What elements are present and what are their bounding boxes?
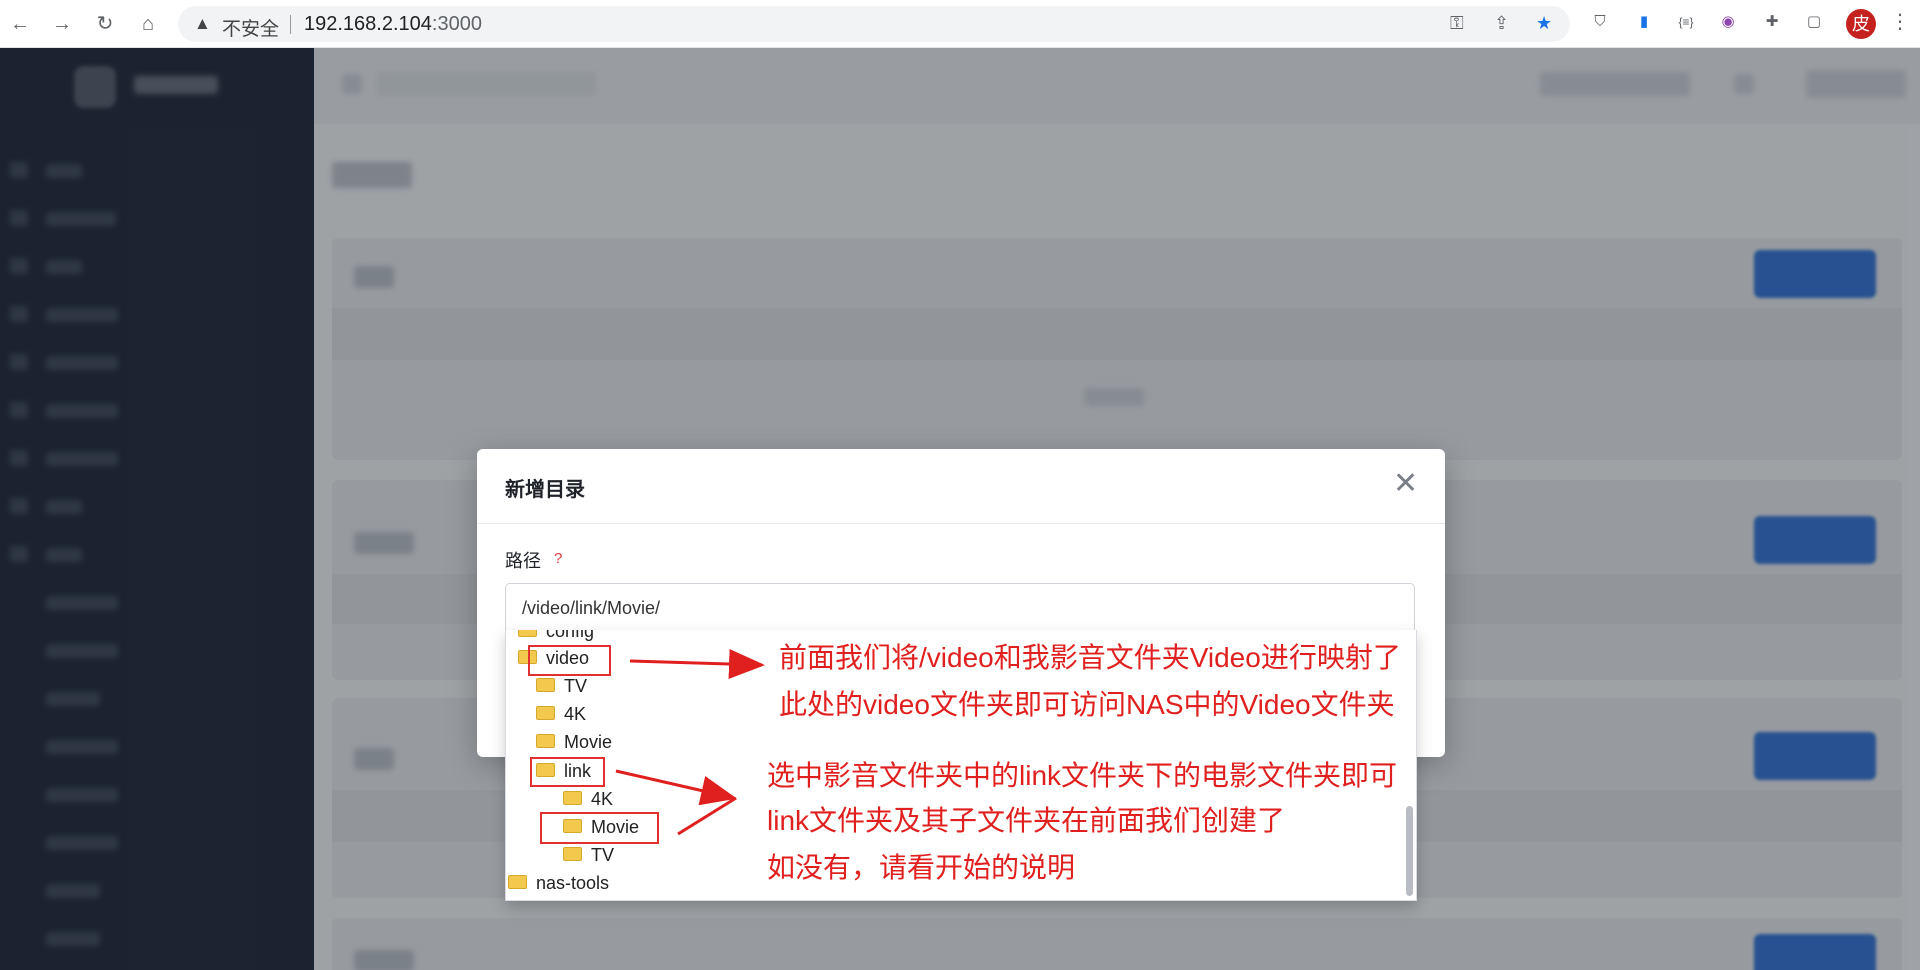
dialog-title: 新增目录 (505, 479, 585, 501)
shield-extension-icon[interactable]: ⛉ (1588, 10, 1612, 34)
key-icon[interactable]: ⚿ (1450, 13, 1464, 34)
warning-icon[interactable]: ▲ (194, 14, 211, 34)
security-label[interactable]: 不安全 (222, 14, 279, 41)
address-separator (290, 15, 291, 34)
tree-node-label: TV (591, 844, 615, 865)
profile-avatar[interactable]: 皮 (1846, 9, 1876, 39)
tree-node-4k[interactable]: 4K (536, 701, 586, 727)
address-bar[interactable]: ▲ 不安全 192.168.2.104:3000 ⚿ ⇪ ★ (178, 6, 1570, 42)
browser-toolbar: ← → ↻ ⌂ ▲ 不安全 192.168.2.104:3000 ⚿ ⇪ ★ ⛉… (0, 0, 1920, 48)
menu-icon[interactable]: ⋮ (1888, 10, 1912, 34)
path-label: 路径 (505, 551, 541, 571)
folder-icon (536, 678, 555, 692)
highlight-movie (540, 812, 659, 844)
dialog-header: 新增目录 ✕ (477, 449, 1445, 524)
tree-node-link-tv[interactable]: TV (563, 842, 614, 868)
code-extension-icon[interactable]: {≡} (1674, 10, 1698, 34)
url-text[interactable]: 192.168.2.104:3000 (304, 13, 482, 36)
tree-node-nas-tools[interactable]: nas-tools (508, 870, 609, 896)
puzzle-icon[interactable]: ✚ (1760, 10, 1784, 34)
tree-node-tv[interactable]: TV (536, 673, 587, 699)
annotation-line: link文件夹及其子文件夹在前面我们创建了 (767, 805, 1286, 836)
tree-node-label: config (546, 630, 595, 641)
close-icon[interactable]: ✕ (1393, 469, 1418, 499)
folder-icon (563, 791, 582, 805)
star-icon[interactable]: ★ (1536, 13, 1552, 34)
url-host: 192.168.2.104 (304, 13, 432, 35)
tree-node-label: nas-tools (536, 872, 610, 893)
tree-node-movie[interactable]: Movie (536, 729, 612, 755)
highlight-video (528, 645, 611, 676)
extension-icon[interactable]: ▮ (1632, 10, 1656, 34)
back-icon[interactable]: ← (8, 12, 32, 36)
home-icon[interactable]: ⌂ (136, 12, 160, 36)
folder-icon (536, 734, 555, 748)
reload-icon[interactable]: ↻ (93, 12, 117, 36)
url-port: :3000 (431, 13, 482, 35)
annotation-line: 前面我们将/video和我影音文件夹Video进行映射了 (779, 642, 1401, 673)
tree-node-label: Movie (564, 731, 613, 752)
annotation-line: 如没有，请看开始的说明 (767, 852, 1076, 883)
tree-node-config[interactable]: config (518, 630, 594, 644)
folder-icon (508, 875, 527, 889)
tree-node-label: TV (564, 675, 588, 696)
tree-node-link-4k[interactable]: 4K (563, 786, 613, 812)
help-icon[interactable]: ? (554, 550, 562, 567)
color-extension-icon[interactable]: ◉ (1716, 10, 1740, 34)
annotation-line: 选中影音文件夹中的link文件夹下的电影文件夹即可 (767, 760, 1398, 791)
tree-node-label: 4K (591, 788, 614, 809)
folder-icon (518, 630, 537, 637)
highlight-link (530, 757, 605, 787)
sidebar-icon[interactable]: ▢ (1802, 10, 1826, 34)
forward-icon[interactable]: → (50, 12, 74, 36)
folder-icon (563, 847, 582, 861)
tree-node-label: 4K (564, 703, 587, 724)
share-icon[interactable]: ⇪ (1494, 13, 1509, 34)
tree-scrollbar[interactable] (1406, 806, 1413, 896)
annotation-line: 此处的video文件夹即可访问NAS中的Video文件夹 (779, 689, 1395, 720)
path-input[interactable] (505, 583, 1415, 633)
folder-icon (536, 706, 555, 720)
